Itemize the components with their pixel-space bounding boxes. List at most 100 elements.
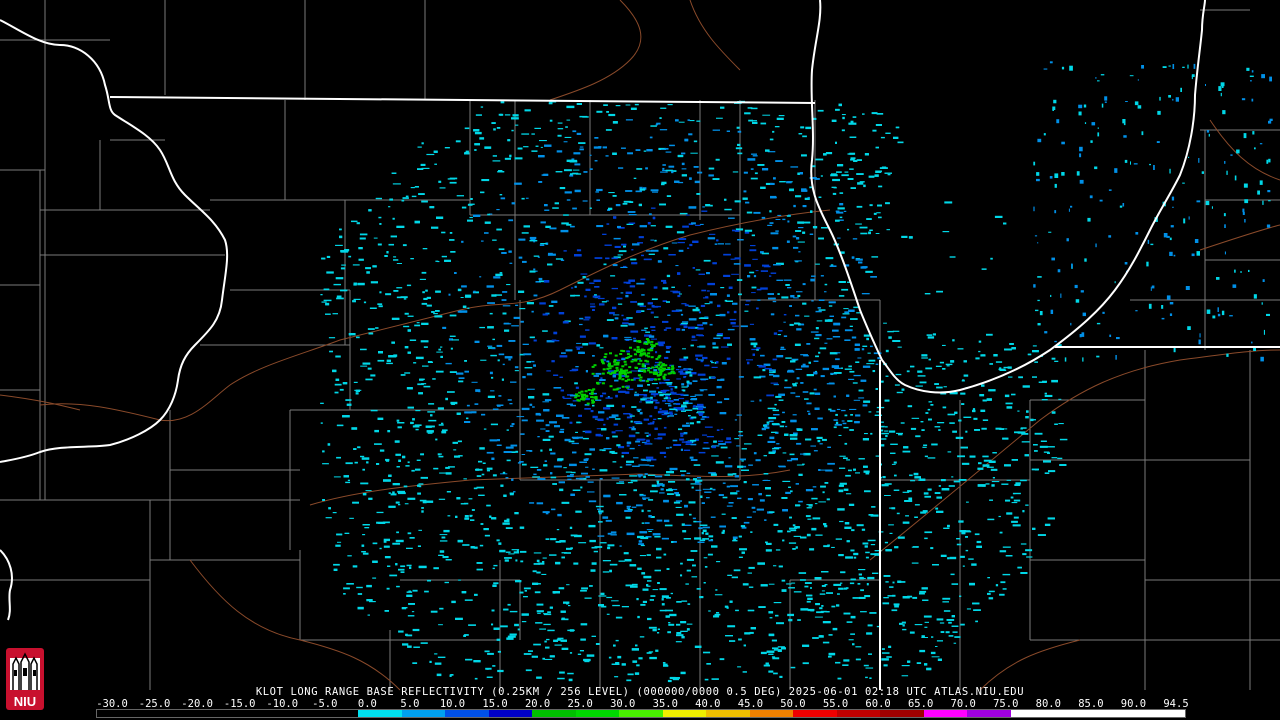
echo-pixel bbox=[1226, 353, 1229, 357]
echo-pixel bbox=[901, 388, 905, 391]
echo-pixel bbox=[572, 207, 577, 210]
echo-pixel bbox=[770, 382, 778, 384]
echo-pixel bbox=[843, 659, 850, 662]
echo-pixel bbox=[1037, 276, 1042, 278]
echo-pixel bbox=[579, 335, 586, 338]
echo-pixel-green bbox=[578, 391, 582, 394]
echo-pixel bbox=[681, 386, 688, 388]
echo-pixel bbox=[397, 426, 402, 429]
echo-pixel bbox=[793, 297, 799, 299]
echo-pixel bbox=[662, 662, 666, 664]
echo-pixel bbox=[771, 656, 776, 658]
echo-pixel bbox=[835, 108, 840, 111]
echo-pixel bbox=[787, 613, 794, 617]
echo-pixel bbox=[431, 226, 439, 229]
echo-pixel bbox=[715, 589, 718, 591]
echo-pixel bbox=[587, 481, 594, 483]
echo-pixel bbox=[678, 249, 684, 252]
echo-pixel bbox=[367, 367, 372, 370]
echo-pixel bbox=[671, 310, 680, 312]
echo-pixel bbox=[776, 443, 780, 445]
echo-pixel bbox=[841, 288, 849, 291]
echo-pixel bbox=[625, 391, 630, 394]
echo-pixel bbox=[695, 489, 702, 491]
echo-pixel bbox=[894, 605, 899, 608]
echo-pixel bbox=[888, 336, 892, 339]
echo-pixel bbox=[1033, 284, 1036, 288]
echo-pixel bbox=[466, 417, 469, 420]
echo-pixel bbox=[772, 371, 776, 373]
echo-pixel bbox=[769, 210, 772, 213]
echo-pixel bbox=[548, 305, 554, 307]
echo-pixel bbox=[765, 494, 771, 497]
echo-pixel bbox=[1022, 553, 1027, 556]
echo-pixel bbox=[1054, 423, 1058, 425]
echo-pixel bbox=[1262, 279, 1265, 282]
echo-pixel bbox=[810, 210, 813, 213]
echo-pixel bbox=[763, 664, 770, 667]
echo-pixel bbox=[404, 346, 409, 349]
echo-pixel bbox=[872, 129, 877, 132]
echo-pixel bbox=[676, 513, 684, 516]
echo-pixel bbox=[1037, 242, 1039, 244]
echo-pixel bbox=[606, 404, 615, 407]
echo-pixel bbox=[922, 599, 929, 601]
echo-pixel bbox=[815, 355, 819, 358]
echo-pixel bbox=[369, 307, 377, 309]
echo-pixel bbox=[544, 144, 552, 147]
echo-pixel bbox=[806, 507, 812, 509]
echo-pixel bbox=[664, 474, 670, 476]
echo-pixel bbox=[390, 235, 397, 238]
echo-pixel bbox=[492, 160, 501, 162]
echo-pixel bbox=[502, 471, 506, 474]
echo-pixel bbox=[920, 511, 926, 514]
echo-pixel bbox=[539, 302, 546, 305]
echo-pixel bbox=[568, 678, 573, 682]
echo-pixel bbox=[836, 604, 840, 607]
echo-pixel bbox=[774, 126, 780, 128]
echo-pixel bbox=[455, 617, 463, 620]
echo-pixel bbox=[566, 584, 570, 586]
echo-pixel bbox=[757, 562, 765, 565]
echo-pixel bbox=[942, 406, 947, 409]
echo-pixel bbox=[897, 536, 905, 539]
echo-pixel bbox=[691, 416, 697, 419]
echo-pixel bbox=[753, 452, 757, 455]
echo-pixel bbox=[938, 429, 941, 431]
echo-pixel bbox=[732, 539, 738, 542]
echo-pixel bbox=[671, 242, 678, 244]
echo-pixel bbox=[1122, 203, 1125, 207]
echo-pixel bbox=[656, 483, 665, 486]
echo-pixel bbox=[444, 147, 450, 149]
echo-pixel bbox=[633, 177, 637, 179]
echo-pixel bbox=[711, 678, 719, 680]
echo-pixel bbox=[796, 428, 803, 431]
echo-pixel bbox=[690, 398, 696, 401]
echo-pixel bbox=[571, 436, 578, 438]
echo-pixel-green bbox=[583, 393, 586, 396]
echo-pixel bbox=[986, 466, 994, 468]
echo-pixel bbox=[339, 235, 343, 239]
echo-pixel bbox=[1205, 84, 1206, 86]
echo-pixel bbox=[404, 503, 409, 505]
echo-pixel bbox=[790, 437, 798, 440]
echo-pixel bbox=[1001, 483, 1009, 485]
echo-pixel bbox=[950, 573, 955, 576]
echo-pixel bbox=[566, 547, 572, 550]
echo-pixel bbox=[614, 317, 619, 320]
echo-pixel bbox=[679, 438, 685, 441]
echo-pixel bbox=[960, 555, 965, 558]
echo-pixel bbox=[637, 615, 640, 619]
echo-pixel bbox=[850, 615, 856, 619]
echo-pixel bbox=[1007, 366, 1012, 369]
echo-pixel bbox=[367, 328, 375, 330]
echo-pixel bbox=[340, 267, 346, 270]
echo-pixel bbox=[464, 517, 470, 520]
echo-pixel bbox=[1161, 305, 1164, 309]
echo-pixel-green bbox=[626, 353, 630, 356]
echo-pixel bbox=[400, 571, 405, 573]
echo-pixel bbox=[924, 531, 933, 534]
echo-pixel bbox=[628, 323, 635, 326]
echo-pixel bbox=[739, 458, 746, 461]
echo-pixel bbox=[544, 658, 553, 660]
